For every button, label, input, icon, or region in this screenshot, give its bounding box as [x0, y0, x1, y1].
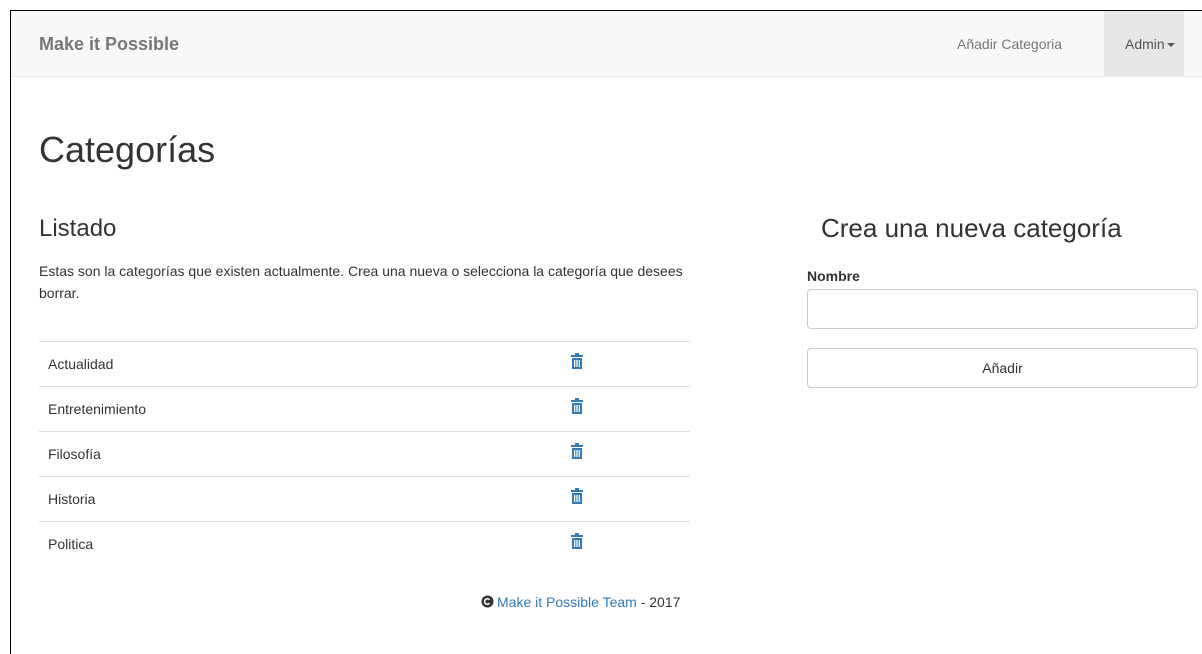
brand-link[interactable]: Make it Possible — [39, 34, 179, 55]
categories-table: Actualidad Entretenimiento Filosofía His… — [39, 341, 690, 567]
category-name: Filosofía — [48, 446, 101, 462]
delete-cell — [569, 432, 690, 477]
trash-icon[interactable] — [569, 352, 585, 369]
delete-cell — [569, 342, 690, 387]
footer: Make it Possible Team - 2017 — [481, 594, 680, 610]
navbar: Make it Possible Añadir Categoria Admin — [11, 11, 1202, 77]
delete-cell — [569, 387, 690, 432]
listing-title: Listado — [39, 215, 117, 242]
category-name: Actualidad — [48, 356, 114, 372]
trash-icon[interactable] — [569, 397, 585, 414]
team-link[interactable]: Make it Possible Team — [497, 594, 637, 610]
trash-icon[interactable] — [569, 442, 585, 459]
form-title: Crea una nueva categoría — [821, 213, 1122, 243]
name-label: Nombre — [807, 268, 860, 284]
copyright-circle-icon — [481, 595, 494, 608]
admin-dropdown[interactable]: Admin — [1104, 11, 1184, 76]
caret-down-icon — [1166, 43, 1175, 48]
name-input[interactable] — [807, 289, 1198, 329]
trash-icon[interactable] — [569, 533, 585, 550]
footer-year: - 2017 — [636, 594, 681, 610]
add-button[interactable]: Añadir — [807, 348, 1198, 388]
category-row: Actualidad — [39, 341, 690, 387]
category-name: Entretenimiento — [48, 401, 147, 417]
category-row: Filosofía — [39, 431, 690, 477]
admin-label: Admin — [1125, 36, 1165, 52]
category-row: Politica — [39, 521, 690, 567]
listing-description: Estas son la categorías que existen actu… — [39, 263, 683, 301]
trash-icon[interactable] — [569, 487, 585, 504]
category-name: Politica — [48, 536, 94, 553]
add-category-nav-link[interactable]: Añadir Categoria — [957, 36, 1062, 52]
page-title: Categorías — [39, 129, 216, 170]
category-row: Entretenimiento — [39, 386, 690, 432]
browser-page: Make it Possible Añadir Categoria Admin … — [10, 10, 1202, 654]
delete-cell — [569, 477, 690, 522]
category-row: Historia — [39, 476, 690, 522]
delete-cell — [569, 522, 690, 567]
category-name: Historia — [48, 491, 96, 507]
